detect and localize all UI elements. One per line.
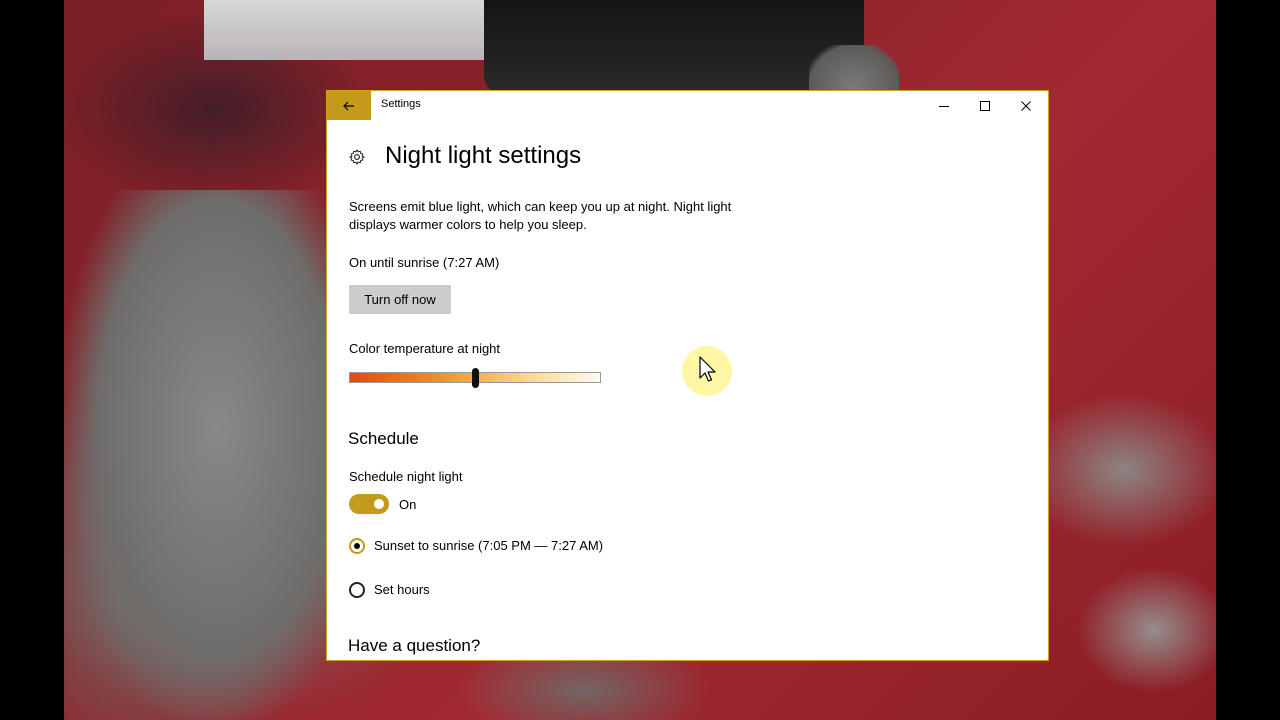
close-button[interactable]	[1006, 91, 1046, 120]
schedule-heading: Schedule	[348, 429, 419, 448]
background-light-patch	[204, 0, 484, 60]
turn-off-now-button[interactable]: Turn off now	[349, 285, 451, 314]
night-light-description: Screens emit blue light, which can keep …	[349, 199, 732, 232]
minimize-button[interactable]	[924, 91, 964, 120]
back-button[interactable]	[327, 91, 371, 120]
title-bar: Settings	[327, 91, 1048, 120]
color-temperature-slider-thumb[interactable]	[472, 368, 479, 388]
gear-icon	[349, 149, 365, 165]
page-title: Night light settings	[385, 142, 582, 169]
maximize-icon	[980, 100, 990, 111]
set-hours-label[interactable]: Set hours	[374, 582, 430, 597]
settings-content: Night light settings Screens emit blue l…	[327, 120, 1048, 660]
set-hours-radio[interactable]	[349, 582, 365, 598]
background-dark-object	[484, 0, 864, 95]
schedule-night-light-label: Schedule night light	[349, 469, 463, 484]
settings-window: Settings Night light settings Screens em…	[327, 91, 1048, 660]
minimize-icon	[939, 105, 949, 107]
close-icon	[1021, 100, 1031, 111]
toggle-knob	[374, 499, 384, 509]
sunset-to-sunrise-label[interactable]: Sunset to sunrise (7:05 PM — 7:27 AM)	[374, 538, 603, 553]
schedule-night-light-toggle[interactable]	[349, 494, 389, 514]
back-arrow-icon	[343, 101, 354, 110]
night-light-status: On until sunrise (7:27 AM)	[349, 255, 500, 270]
color-temperature-label: Color temperature at night	[349, 341, 501, 356]
mouse-pointer-icon	[699, 356, 716, 382]
toggle-state-label: On	[399, 497, 417, 512]
have-a-question-heading: Have a question?	[348, 636, 481, 655]
window-title: Settings	[381, 98, 421, 110]
background-cat-fur	[64, 190, 344, 720]
maximize-button[interactable]	[965, 91, 1005, 120]
sunset-to-sunrise-radio[interactable]	[349, 538, 365, 554]
